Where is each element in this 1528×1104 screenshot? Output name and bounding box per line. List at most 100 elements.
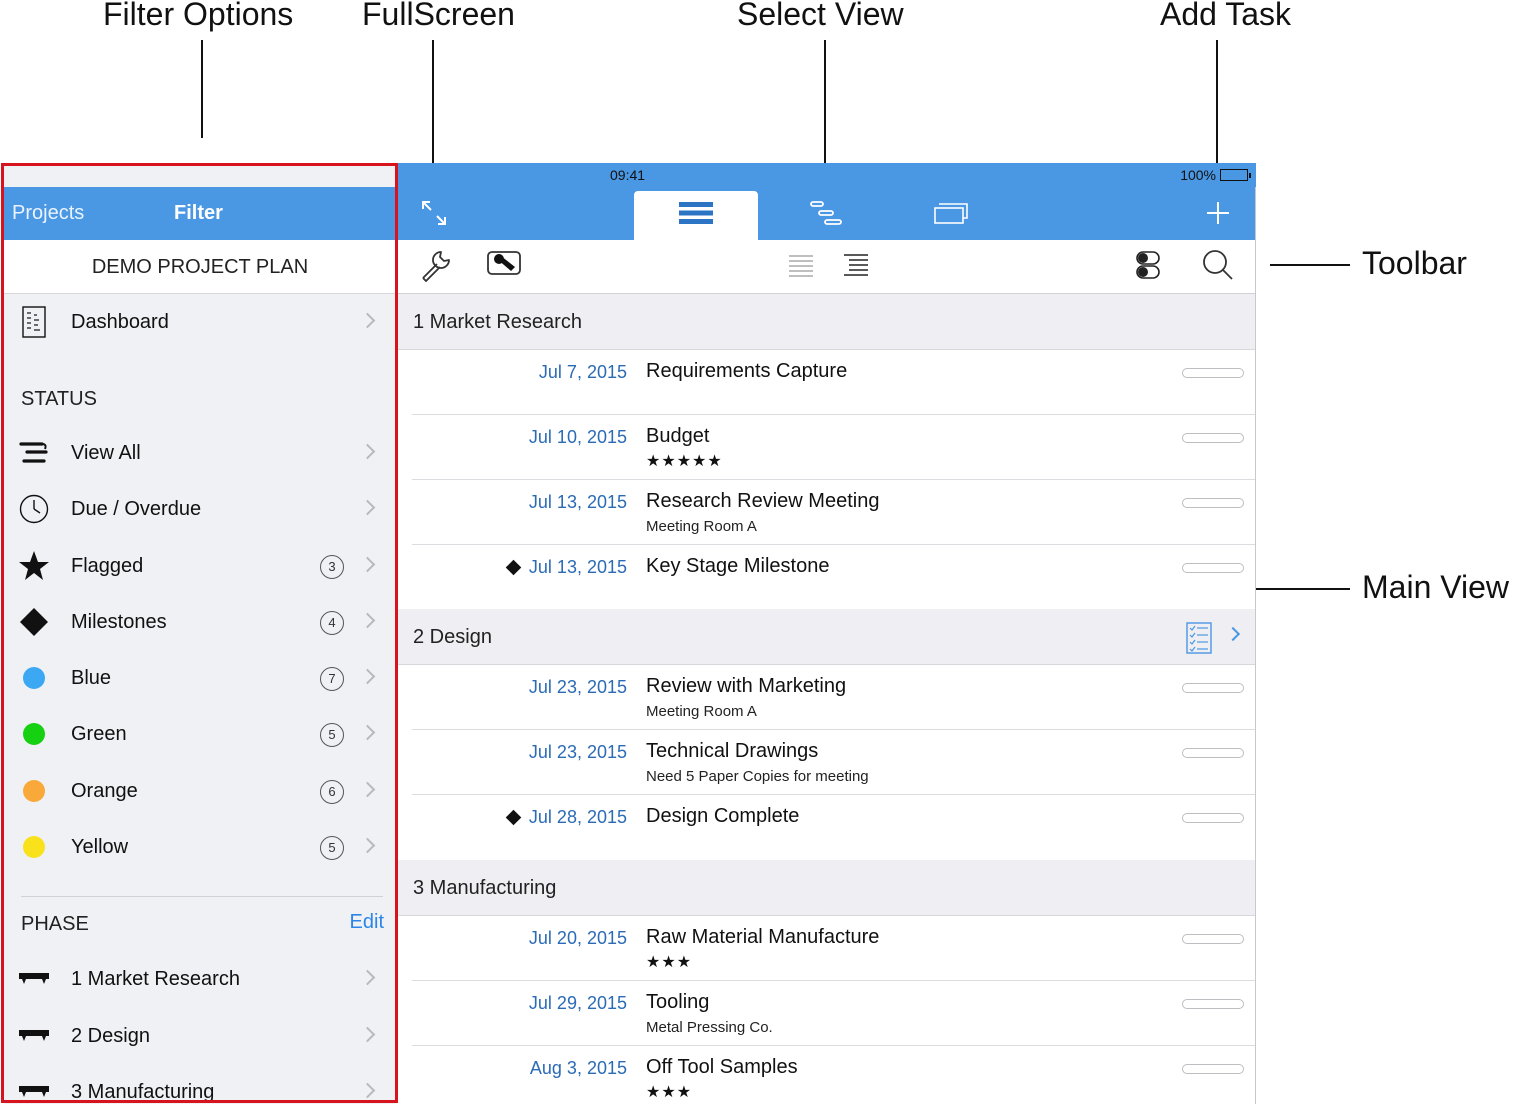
count-badge: 3 <box>320 555 344 579</box>
expand-outline-button[interactable] <box>838 250 874 284</box>
task-date: Jul 10, 2015 <box>528 427 627 447</box>
clock-icon <box>18 493 50 525</box>
collapse-outline-button[interactable] <box>783 250 819 284</box>
phase-item-market-research[interactable]: 1 Market Research <box>4 951 396 1007</box>
progress-bar <box>1182 683 1244 693</box>
phase-header[interactable]: 3 Manufacturing <box>396 860 1256 916</box>
dashboard-item[interactable]: Dashboard <box>4 294 396 350</box>
task-row[interactable]: Jul 28, 2015 Design Complete <box>396 795 1256 860</box>
status-item-label: Blue <box>71 667 112 689</box>
fullscreen-button[interactable] <box>414 191 454 240</box>
task-name: Off Tool Samples <box>646 1056 798 1078</box>
milestone-diamond-icon <box>505 559 522 576</box>
task-row[interactable]: Jul 10, 2015 Budget ★★★★★ <box>396 415 1256 480</box>
count-badge: 6 <box>320 780 344 804</box>
task-date: Jul 28, 2015 <box>528 807 627 827</box>
sidebar-nav-bar: Projects Filter <box>4 187 396 240</box>
count-badge: 4 <box>320 611 344 635</box>
task-notes: Metal Pressing Co. <box>646 1019 773 1036</box>
tools-button[interactable] <box>487 249 525 286</box>
progress-bar <box>1182 999 1244 1009</box>
list-view-icon <box>679 201 713 230</box>
status-item-orange[interactable]: Orange 6 <box>4 763 396 819</box>
task-name: Requirements Capture <box>646 360 848 382</box>
chevron-right-icon[interactable] <box>1225 626 1241 642</box>
status-section-header: STATUS <box>21 388 97 410</box>
task-row[interactable]: Aug 3, 2015 Off Tool Samples ★★★ <box>396 1046 1256 1104</box>
board-view-tab[interactable] <box>921 191 981 240</box>
task-name: Technical Drawings <box>646 740 819 762</box>
display-options-button[interactable] <box>1130 250 1166 284</box>
main-nav-bar <box>396 187 1256 240</box>
toolbar <box>396 240 1256 294</box>
progress-bar <box>1182 748 1244 758</box>
status-item-flagged[interactable]: Flagged 3 <box>4 538 396 594</box>
phase-name: 2 Design <box>413 626 492 648</box>
status-item-yellow[interactable]: Yellow 5 <box>4 819 396 875</box>
plus-icon <box>1206 201 1230 230</box>
yellow-dot-icon <box>18 831 50 863</box>
task-name: Budget <box>646 425 710 447</box>
search-icon <box>1202 249 1234 286</box>
status-item-label: Yellow <box>71 836 129 858</box>
callout-main-view: Main View <box>1362 569 1510 605</box>
gantt-view-tab[interactable] <box>796 191 856 240</box>
task-row[interactable]: Jul 7, 2015 Requirements Capture <box>396 350 1256 415</box>
list-view-tab[interactable] <box>634 191 758 240</box>
phase-header[interactable]: 1 Market Research <box>396 294 1256 350</box>
task-name: Research Review Meeting <box>646 490 880 512</box>
task-row[interactable]: Jul 23, 2015 Review with Marketing Meeti… <box>396 665 1256 730</box>
phase-item-label: 3 Manufacturing <box>71 1081 215 1103</box>
projects-back-button[interactable]: Projects <box>12 202 84 225</box>
milestone-diamond-icon <box>505 809 522 826</box>
status-item-view-all[interactable]: View All <box>4 425 396 481</box>
phase-header[interactable]: 2 Design <box>396 609 1256 665</box>
dashboard-label: Dashboard <box>71 311 169 333</box>
checklist-icon[interactable] <box>1186 622 1212 660</box>
dashboard-icon <box>18 306 50 338</box>
chevron-right-icon <box>362 966 376 990</box>
count-badge: 5 <box>320 723 344 747</box>
section-divider <box>21 896 383 897</box>
task-row[interactable]: Jul 29, 2015 Tooling Metal Pressing Co. <box>396 981 1256 1046</box>
task-date: Jul 23, 2015 <box>528 677 627 697</box>
task-notes: Meeting Room A <box>646 518 757 535</box>
chevron-right-icon <box>362 553 376 577</box>
status-item-milestones[interactable]: Milestones 4 <box>4 594 396 650</box>
chevron-right-icon <box>362 778 376 802</box>
search-button[interactable] <box>1200 249 1236 286</box>
task-row[interactable]: Jul 13, 2015 Research Review Meeting Mee… <box>396 480 1256 545</box>
main-view-border <box>1255 187 1256 1104</box>
task-date: Jul 13, 2015 <box>528 492 627 512</box>
status-item-label: Due / Overdue <box>71 498 202 520</box>
progress-bar <box>1182 813 1244 823</box>
status-item-blue[interactable]: Blue 7 <box>4 650 396 706</box>
toggle-icon <box>1135 250 1161 285</box>
task-row[interactable]: Jul 23, 2015 Technical Drawings Need 5 P… <box>396 730 1256 795</box>
progress-bar <box>1182 368 1244 378</box>
callout-add-task: Add Task <box>1160 0 1292 32</box>
magnifier-wrench-icon <box>487 249 525 286</box>
gantt-view-icon <box>809 199 843 232</box>
phase-item-design[interactable]: 2 Design <box>4 1008 396 1064</box>
status-item-due-overdue[interactable]: Due / Overdue <box>4 481 396 537</box>
chevron-right-icon <box>362 665 376 689</box>
chevron-right-icon <box>362 440 376 464</box>
settings-button[interactable] <box>418 250 454 284</box>
green-dot-icon <box>18 718 50 750</box>
status-item-green[interactable]: Green 5 <box>4 706 396 762</box>
task-date: Jul 7, 2015 <box>538 362 627 382</box>
task-date: Aug 3, 2015 <box>529 1058 627 1078</box>
task-row[interactable]: Jul 20, 2015 Raw Material Manufacture ★★… <box>396 916 1256 981</box>
phase-name: 3 Manufacturing <box>413 877 557 899</box>
task-date: Jul 23, 2015 <box>528 742 627 762</box>
task-date-milestone: Jul 28, 2015 <box>505 807 627 828</box>
task-row[interactable]: Jul 13, 2015 Key Stage Milestone <box>396 545 1256 610</box>
phase-edit-button[interactable]: Edit <box>350 911 384 934</box>
task-name: Tooling <box>646 991 710 1013</box>
task-name: Raw Material Manufacture <box>646 926 880 948</box>
diamond-icon <box>18 606 50 638</box>
progress-bar <box>1182 563 1244 573</box>
add-task-button[interactable] <box>1194 191 1242 240</box>
phase-item-manufacturing[interactable]: 3 Manufacturing <box>4 1064 396 1104</box>
